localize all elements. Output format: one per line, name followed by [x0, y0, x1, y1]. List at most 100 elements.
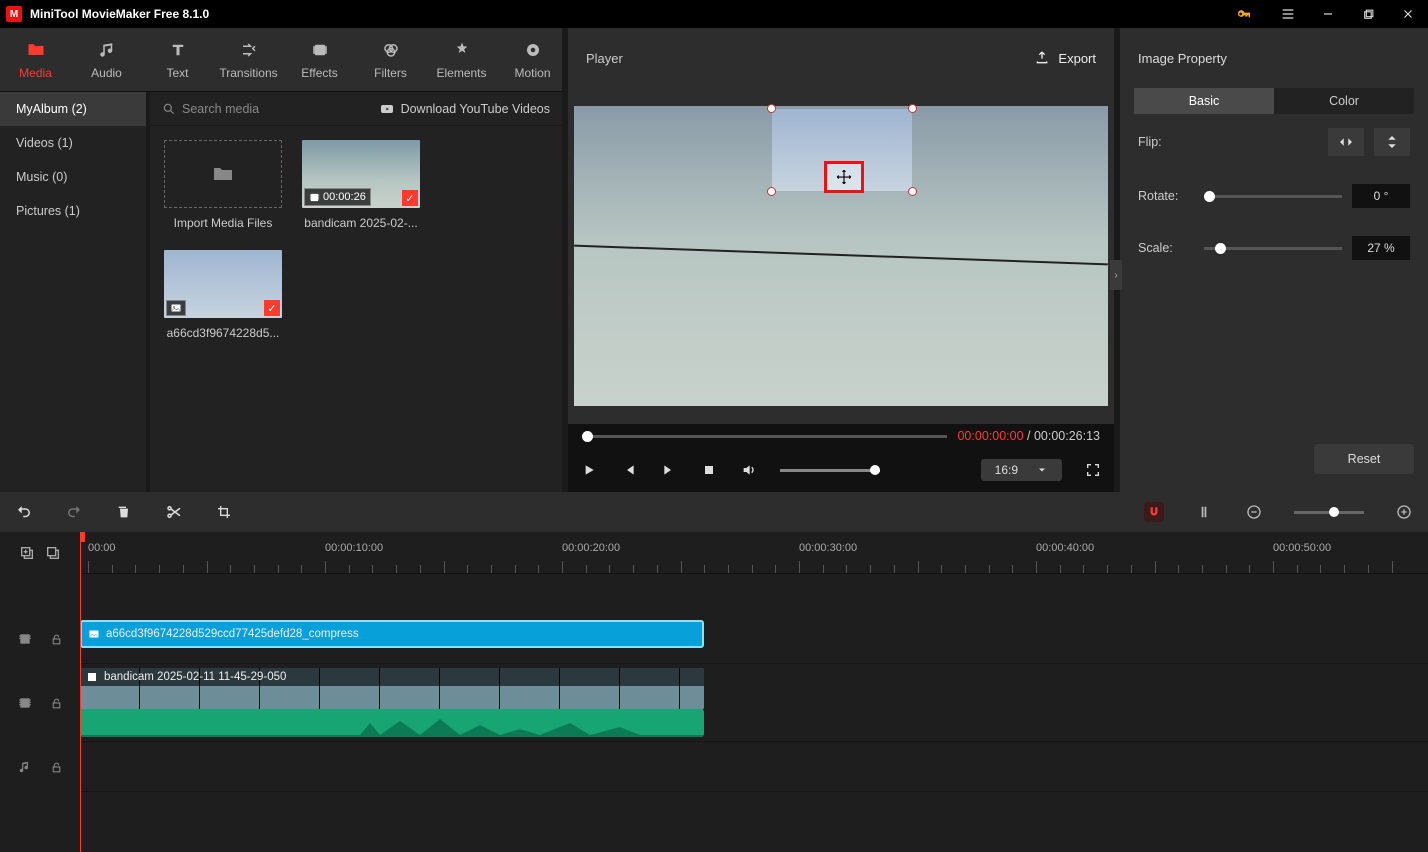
reset-button[interactable]: Reset: [1314, 444, 1414, 474]
activate-key-icon[interactable]: [1224, 0, 1264, 28]
rotate-value[interactable]: 0 °: [1352, 184, 1410, 208]
timeline-toolbar: [0, 492, 1428, 532]
zoom-out-button[interactable]: [1244, 502, 1264, 522]
menu-icon[interactable]: [1268, 0, 1308, 28]
resize-handle-tr[interactable]: [908, 104, 917, 113]
player-canvas[interactable]: [568, 88, 1114, 424]
media-categories-sidebar: MyAlbum (2) Videos (1) Music (0) Picture…: [0, 92, 150, 492]
tab-audio[interactable]: Audio: [71, 28, 142, 91]
timeline-clip-audio[interactable]: [80, 709, 704, 737]
tab-media[interactable]: Media: [0, 28, 71, 91]
timeline-tracks-area[interactable]: 00:0000:00:10:0000:00:20:0000:00:30:0000…: [80, 532, 1428, 852]
redo-button[interactable]: [64, 502, 84, 522]
window-minimize-button[interactable]: [1308, 0, 1348, 28]
preview-frame: [574, 106, 1108, 406]
collapse-inspector-button[interactable]: ›: [1110, 260, 1122, 290]
zoom-slider[interactable]: [1294, 511, 1364, 514]
next-frame-button[interactable]: [660, 461, 678, 479]
player-title: Player: [586, 51, 623, 66]
marker-button[interactable]: [1194, 502, 1214, 522]
video-track-icon: [18, 696, 32, 710]
flip-horizontal-button[interactable]: [1328, 128, 1364, 156]
lock-icon[interactable]: [50, 761, 63, 774]
tab-transitions[interactable]: Transitions: [213, 28, 284, 91]
track-manager-button[interactable]: [44, 544, 62, 562]
player-panel: Player Export: [568, 28, 1120, 492]
playhead[interactable]: [80, 532, 81, 852]
tab-label: Filters: [374, 66, 407, 80]
rotate-slider[interactable]: [1204, 195, 1342, 198]
volume-icon[interactable]: [740, 461, 758, 479]
used-check-icon: ✓: [402, 190, 418, 206]
track-headers: [0, 532, 80, 852]
prev-frame-button[interactable]: [620, 461, 638, 479]
video-track[interactable]: bandicam 2025-02-11 11-45-29-050: [80, 664, 1428, 742]
add-track-button[interactable]: [18, 544, 36, 562]
scrubber-knob[interactable]: [582, 431, 593, 442]
stop-button[interactable]: [700, 461, 718, 479]
tab-filters[interactable]: Filters: [355, 28, 426, 91]
sidebar-item-pictures[interactable]: Pictures (1): [0, 194, 146, 228]
move-cursor-icon: [824, 161, 864, 193]
tab-basic[interactable]: Basic: [1134, 88, 1274, 114]
undo-button[interactable]: [14, 502, 34, 522]
tab-text[interactable]: Text: [142, 28, 213, 91]
inspector-panel: › Image Property Basic Color Flip: Rotat…: [1120, 28, 1428, 492]
tab-label: Audio: [91, 66, 122, 80]
delete-button[interactable]: [114, 502, 134, 522]
lock-icon[interactable]: [50, 697, 63, 710]
flip-v-icon: [1383, 133, 1401, 151]
timeline-clip-video[interactable]: bandicam 2025-02-11 11-45-29-050: [80, 668, 704, 710]
timeline-clip-image[interactable]: a66cd3f9674228d529ccd77425defd28_compres…: [80, 620, 704, 648]
export-button[interactable]: Export: [1034, 50, 1096, 66]
fullscreen-button[interactable]: [1084, 461, 1102, 479]
lock-icon[interactable]: [50, 633, 63, 646]
tab-elements[interactable]: Elements: [426, 28, 497, 91]
music-note-icon: [97, 40, 117, 60]
crop-button[interactable]: [214, 502, 234, 522]
resize-handle-br[interactable]: [908, 187, 917, 196]
volume-slider[interactable]: [780, 469, 880, 472]
overlay-track[interactable]: a66cd3f9674228d529ccd77425defd28_compres…: [80, 614, 1428, 664]
aspect-ratio-dropdown[interactable]: 16:9: [981, 459, 1062, 481]
chevron-down-icon: [1036, 464, 1048, 476]
resize-handle-bl[interactable]: [767, 187, 776, 196]
sidebar-item-myalbum[interactable]: MyAlbum (2): [0, 92, 146, 126]
timeline-ruler[interactable]: 00:0000:00:10:0000:00:20:0000:00:30:0000…: [80, 532, 1428, 574]
media-thumb-image[interactable]: ✓ a66cd3f9674228d5...: [164, 250, 282, 340]
download-youtube-link[interactable]: Download YouTube Videos: [379, 101, 550, 117]
tab-motion[interactable]: Motion: [497, 28, 568, 91]
search-media-input[interactable]: Search media: [162, 102, 371, 116]
tab-color[interactable]: Color: [1274, 88, 1414, 114]
tab-effects[interactable]: Effects: [284, 28, 355, 91]
resize-handle-tl[interactable]: [767, 104, 776, 113]
player-scrubber[interactable]: [582, 435, 947, 438]
flip-h-icon: [1337, 133, 1355, 151]
rotate-label: Rotate:: [1138, 189, 1194, 203]
media-browser: MyAlbum (2) Videos (1) Music (0) Picture…: [0, 92, 562, 492]
window-maximize-button[interactable]: [1348, 0, 1388, 28]
scale-slider[interactable]: [1204, 247, 1342, 250]
overlay-selection[interactable]: [772, 109, 912, 191]
split-button[interactable]: [164, 502, 184, 522]
play-button[interactable]: [580, 461, 598, 479]
snap-toggle[interactable]: [1144, 502, 1164, 522]
filters-icon: [381, 40, 401, 60]
scale-value[interactable]: 27 %: [1352, 236, 1410, 260]
youtube-icon: [379, 101, 395, 117]
track-head-video: [0, 664, 80, 742]
audio-track[interactable]: [80, 742, 1428, 792]
sidebar-item-videos[interactable]: Videos (1): [0, 126, 146, 160]
sidebar-item-music[interactable]: Music (0): [0, 160, 146, 194]
tab-label: Elements: [436, 66, 486, 80]
image-icon: [88, 628, 100, 640]
timeline-panel: 00:0000:00:10:0000:00:20:0000:00:30:0000…: [0, 492, 1428, 852]
app-logo-icon: M: [6, 6, 22, 22]
film-icon: [86, 671, 98, 683]
elements-icon: [452, 40, 472, 60]
window-close-button[interactable]: [1388, 0, 1428, 28]
zoom-in-button[interactable]: [1394, 502, 1414, 522]
import-media-button[interactable]: Import Media Files: [164, 140, 282, 230]
flip-vertical-button[interactable]: [1374, 128, 1410, 156]
media-thumb-video[interactable]: 00:00:26 ✓ bandicam 2025-02-...: [302, 140, 420, 230]
